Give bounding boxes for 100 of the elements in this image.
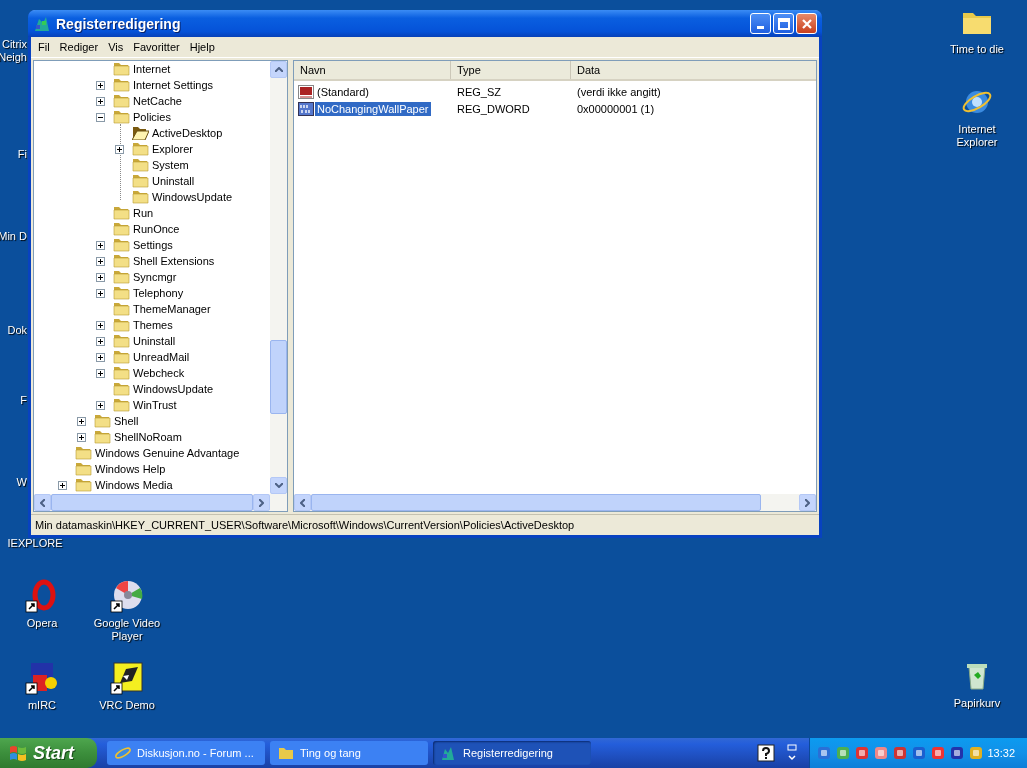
expand-icon[interactable]: [96, 336, 105, 346]
tree-item[interactable]: Uninstall: [133, 335, 176, 347]
tree-item[interactable]: NetCache: [133, 95, 182, 107]
scroll-down-button[interactable]: [270, 477, 287, 494]
expand-icon[interactable]: [96, 400, 105, 410]
tray-icon[interactable]: [854, 745, 870, 761]
tree-item[interactable]: WindowsUpdate: [152, 191, 233, 203]
tray-icon[interactable]: [892, 745, 908, 761]
desktop-icon-label[interactable]: Dok: [7, 324, 27, 337]
expand-icon[interactable]: [115, 144, 124, 154]
menu-item[interactable]: Fil: [33, 41, 55, 53]
expand-icon[interactable]: [96, 256, 105, 266]
desktop-icon-label[interactable]: VRC Demo: [99, 699, 155, 712]
expand-icon[interactable]: [77, 416, 86, 426]
value-name[interactable]: (Standard): [315, 84, 371, 99]
tree-item[interactable]: ShellNoRoam: [114, 431, 182, 443]
menu-item[interactable]: Vis: [103, 41, 129, 53]
disc-icon[interactable]: [110, 579, 144, 613]
taskbar-button[interactable]: Registerredigering: [433, 741, 591, 765]
help-icon[interactable]: [757, 744, 775, 762]
minimize-button[interactable]: [750, 13, 771, 34]
desktop-icon-label[interactable]: Citrix Neigh: [0, 38, 27, 64]
tray-icon[interactable]: [911, 745, 927, 761]
collapse-icon[interactable]: [96, 112, 105, 122]
tree-item[interactable]: Windows Media: [95, 479, 173, 491]
expand-icon[interactable]: [96, 96, 105, 106]
tray-icon[interactable]: [930, 745, 946, 761]
expand-icon[interactable]: [96, 240, 105, 250]
scroll-thumb[interactable]: [51, 494, 253, 511]
value-type: REG_DWORD: [456, 102, 531, 115]
tray-icon[interactable]: [949, 745, 965, 761]
tree-item[interactable]: RunOnce: [133, 223, 180, 235]
tree-item[interactable]: ActiveDesktop: [152, 127, 223, 139]
tree-item[interactable]: Settings: [133, 239, 173, 251]
vertical-scrollbar[interactable]: [270, 61, 287, 494]
menu-item[interactable]: Rediger: [54, 41, 104, 53]
tree-item[interactable]: Uninstall: [152, 175, 195, 187]
checkered-flag-icon[interactable]: [110, 661, 144, 695]
taskbar-button[interactable]: Diskusjon.no - Forum ...: [107, 741, 265, 765]
start-button[interactable]: Start: [0, 738, 97, 768]
desktop-icon-label[interactable]: Time to die: [950, 43, 1004, 56]
tree-item[interactable]: Shell Extensions: [133, 255, 215, 267]
tree-item[interactable]: ThemeManager: [133, 303, 211, 315]
menu-item[interactable]: Favoritter: [128, 41, 185, 53]
close-button[interactable]: [796, 13, 817, 34]
maximize-button[interactable]: [773, 13, 794, 34]
tree-item[interactable]: UnreadMail: [133, 351, 190, 363]
tree-item[interactable]: Internet Settings: [133, 79, 214, 91]
tree-item[interactable]: Windows Genuine Advantage: [95, 447, 240, 459]
scroll-right-button[interactable]: [799, 494, 816, 511]
scroll-up-button[interactable]: [270, 61, 287, 78]
menu-item[interactable]: Hjelp: [184, 41, 220, 53]
tree-item[interactable]: Shell: [114, 415, 139, 427]
value-data: (verdi ikke angitt): [576, 85, 662, 98]
scroll-right-button[interactable]: [253, 494, 270, 511]
tree-item[interactable]: Internet: [133, 63, 171, 75]
desktop-icon-label[interactable]: Opera: [26, 617, 58, 630]
tree-item[interactable]: Syncmgr: [133, 271, 177, 283]
expand-icon[interactable]: [58, 480, 67, 490]
expand-icon[interactable]: [96, 80, 105, 90]
tree-item[interactable]: Windows Help: [95, 463, 166, 475]
desktop-icon-label[interactable]: Papirkurv: [953, 697, 1001, 710]
expand-icon[interactable]: [96, 368, 105, 378]
expand-icon[interactable]: [77, 432, 86, 442]
tray-icon[interactable]: [873, 745, 889, 761]
horizontal-scrollbar[interactable]: [34, 494, 287, 511]
scroll-left-button[interactable]: [294, 494, 311, 511]
tray-icon[interactable]: [835, 745, 851, 761]
desktop-icon-label[interactable]: F: [20, 394, 27, 407]
desktop-icon-label[interactable]: W: [16, 476, 27, 489]
column-header[interactable]: Data: [571, 61, 816, 79]
value-name[interactable]: NoChangingWallPaper: [315, 101, 431, 116]
expand-icon[interactable]: [96, 288, 105, 298]
tree-item[interactable]: System: [152, 159, 189, 171]
desktop-icon-label[interactable]: Min D: [0, 230, 27, 243]
taskbar-button[interactable]: Ting og tang: [270, 741, 428, 765]
tree-item[interactable]: WinTrust: [133, 399, 177, 411]
tree-item[interactable]: Run: [133, 207, 154, 219]
expand-icon[interactable]: [96, 320, 105, 330]
scroll-left-button[interactable]: [34, 494, 51, 511]
column-header[interactable]: Navn: [294, 61, 451, 79]
scroll-thumb[interactable]: [270, 340, 287, 414]
desktop-icon-label[interactable]: mIRC: [27, 699, 57, 712]
expand-toolbar-icon[interactable]: [786, 744, 798, 762]
expand-icon[interactable]: [96, 272, 105, 282]
tree-item[interactable]: Themes: [133, 319, 173, 331]
desktop-icon-label[interactable]: Google Video Player: [93, 617, 161, 643]
tray-icon[interactable]: [968, 745, 984, 761]
column-header[interactable]: Type: [451, 61, 571, 79]
tree-item[interactable]: Policies: [133, 111, 171, 123]
desktop-icon-label[interactable]: Fi: [17, 148, 27, 161]
expand-icon[interactable]: [96, 352, 105, 362]
desktop-icon-label[interactable]: Internet Explorer: [956, 123, 998, 149]
tray-icon[interactable]: [816, 745, 832, 761]
tree-item[interactable]: Telephony: [133, 287, 184, 299]
mirc-icon[interactable]: [25, 661, 59, 695]
tree-item[interactable]: Webcheck: [133, 367, 185, 379]
desktop-icon-label[interactable]: IEXPLORE: [7, 537, 63, 550]
tree-item[interactable]: Explorer: [152, 143, 193, 155]
tree-item[interactable]: WindowsUpdate: [133, 383, 214, 395]
